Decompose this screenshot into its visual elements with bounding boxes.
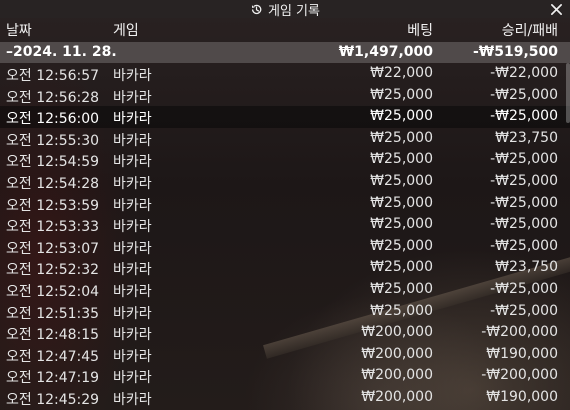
row-bet: ₩25,000 [370,280,433,297]
scrollbar[interactable] [566,63,570,123]
history-row[interactable]: 오전 12:52:32 바카라 ₩25,000 ₩23,750 [0,257,570,279]
row-game: 바카라 [113,370,152,387]
header-result: 승리/패배 [501,23,558,39]
history-row[interactable]: 오전 12:48:15 바카라 ₩200,000 -₩200,000 [0,322,570,344]
row-bet: ₩25,000 [370,129,433,146]
row-bet: ₩200,000 [361,324,433,341]
row-result: ₩190,000 [486,345,558,362]
history-row[interactable]: 오전 12:45:29 바카라 ₩200,000 ₩190,000 [0,387,570,409]
history-icon [250,3,263,16]
row-time: 오전 12:54:59 [6,154,100,171]
window-title: 게임 기록 [268,3,320,19]
row-game: 바카라 [113,89,152,106]
row-time: 오전 12:56:28 [6,89,100,106]
row-bet: ₩25,000 [370,216,433,233]
row-result: -₩25,000 [490,302,558,319]
row-result: -₩25,000 [490,237,558,254]
history-row[interactable]: 오전 12:56:57 바카라 ₩22,000 -₩22,000 [0,63,570,85]
group-total-result: -₩519,500 [472,44,558,60]
history-row[interactable]: 오전 12:52:04 바카라 ₩25,000 -₩25,000 [0,279,570,301]
row-game: 바카라 [113,262,152,279]
history-row[interactable]: 오전 12:53:33 바카라 ₩25,000 -₩25,000 [0,214,570,236]
header-date: 날짜 [6,23,32,39]
row-result: -₩200,000 [481,324,558,341]
history-row[interactable]: 오전 12:51:35 바카라 ₩25,000 -₩25,000 [0,301,570,323]
row-bet: ₩25,000 [370,86,433,103]
row-bet: ₩25,000 [370,151,433,168]
row-time: 오전 12:53:33 [6,219,100,236]
row-game: 바카라 [113,348,152,365]
row-bet: ₩25,000 [370,237,433,254]
row-game: 바카라 [113,327,152,344]
history-row[interactable]: 오전 12:53:07 바카라 ₩25,000 -₩25,000 [0,236,570,258]
row-bet: ₩25,000 [370,194,433,211]
row-result: -₩25,000 [490,86,558,103]
row-time: 오전 12:53:59 [6,197,100,214]
row-result: ₩190,000 [486,388,558,405]
close-button[interactable] [548,0,564,18]
history-row[interactable]: 오전 12:54:28 바카라 ₩25,000 -₩25,000 [0,171,570,193]
group-total-bet: ₩1,497,000 [338,44,433,60]
row-time: 오전 12:51:35 [6,305,100,322]
row-bet: ₩25,000 [370,302,433,319]
row-game: 바카라 [113,111,152,128]
row-result: ₩23,750 [495,259,558,276]
row-bet: ₩25,000 [370,172,433,189]
header-game: 게임 [113,23,139,39]
group-date: –2024. 11. 28. [6,44,117,60]
row-result: -₩25,000 [490,108,558,125]
row-result: -₩25,000 [490,194,558,211]
row-result: -₩22,000 [490,65,558,81]
row-game: 바카라 [113,197,152,214]
row-time: 오전 12:47:45 [6,348,100,365]
history-row[interactable]: 오전 12:47:45 바카라 ₩200,000 ₩190,000 [0,344,570,366]
history-row[interactable]: 오전 12:54:59 바카라 ₩25,000 -₩25,000 [0,149,570,171]
header-bet: 베팅 [407,23,433,39]
row-time: 오전 12:48:15 [6,327,100,344]
history-row[interactable]: 오전 12:56:00 바카라 ₩25,000 -₩25,000 [0,106,570,128]
row-bet: ₩200,000 [361,345,433,362]
row-time: 오전 12:54:28 [6,175,100,192]
row-game: 바카라 [113,132,152,149]
row-time: 오전 12:47:19 [6,370,100,387]
row-game: 바카라 [113,240,152,257]
column-header: 날짜 게임 베팅 승리/패배 [0,20,570,40]
row-result: -₩25,000 [490,280,558,297]
row-time: 오전 12:55:30 [6,132,100,149]
close-icon [550,3,563,16]
row-result: -₩25,000 [490,151,558,168]
row-game: 바카라 [113,175,152,192]
row-time: 오전 12:56:00 [6,111,100,128]
row-time: 오전 12:45:29 [6,391,100,408]
row-time: 오전 12:52:04 [6,283,100,300]
history-row[interactable]: 오전 12:56:28 바카라 ₩25,000 -₩25,000 [0,85,570,107]
row-bet: ₩25,000 [370,259,433,276]
row-game: 바카라 [113,283,152,300]
row-time: 오전 12:56:57 [6,68,100,84]
row-game: 바카라 [113,305,152,322]
row-game: 바카라 [113,68,152,84]
title-bar: 게임 기록 [0,0,570,19]
row-bet: ₩200,000 [361,388,433,405]
history-row[interactable]: 오전 12:53:59 바카라 ₩25,000 -₩25,000 [0,193,570,215]
row-result: -₩25,000 [490,216,558,233]
row-result: ₩23,750 [495,129,558,146]
row-result: -₩200,000 [481,367,558,384]
row-time: 오전 12:52:32 [6,262,100,279]
row-game: 바카라 [113,219,152,236]
history-list: 오전 12:56:57 바카라 ₩22,000 -₩22,000 오전 12:56:2… [0,63,570,409]
row-bet: ₩200,000 [361,367,433,384]
row-time: 오전 12:53:07 [6,240,100,257]
date-group-row[interactable]: –2024. 11. 28. ₩1,497,000 -₩519,500 [0,42,570,63]
row-result: -₩25,000 [490,172,558,189]
row-bet: ₩25,000 [370,108,433,125]
row-bet: ₩22,000 [370,65,433,81]
row-game: 바카라 [113,391,152,408]
history-row[interactable]: 오전 12:55:30 바카라 ₩25,000 ₩23,750 [0,128,570,150]
row-game: 바카라 [113,154,152,171]
history-row[interactable]: 오전 12:47:19 바카라 ₩200,000 -₩200,000 [0,365,570,387]
